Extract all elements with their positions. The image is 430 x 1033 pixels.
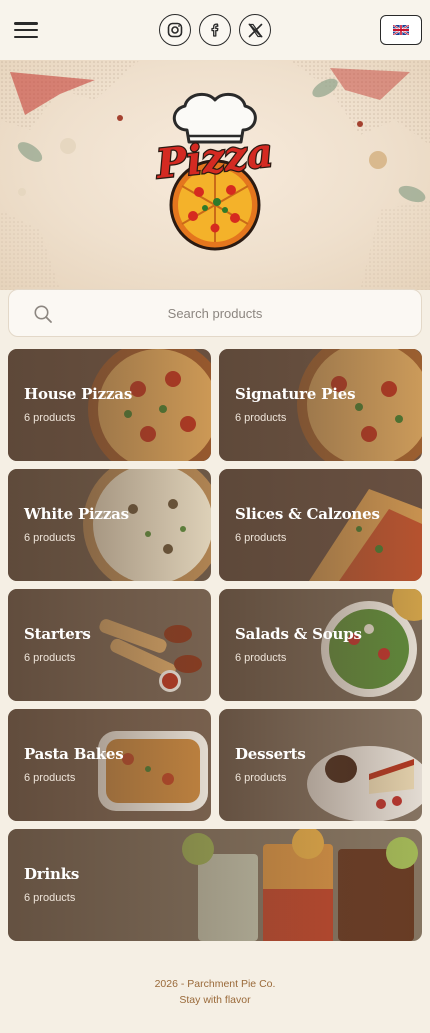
category-count: 6 products	[235, 532, 287, 544]
footer-copyright: 2026 - Parchment Pie Co.	[154, 978, 276, 990]
category-title: Pasta Bakes	[24, 745, 124, 763]
category-title: Desserts	[235, 745, 306, 763]
search-bar[interactable]	[8, 289, 422, 337]
uk-flag-icon	[393, 25, 409, 35]
category-title: Starters	[24, 625, 91, 643]
language-selector[interactable]	[380, 15, 422, 45]
search-input[interactable]	[9, 290, 421, 336]
category-title: Drinks	[24, 865, 80, 883]
category-count: 6 products	[235, 412, 287, 424]
hero-banner: Pizza	[0, 60, 430, 290]
category-card-drinks[interactable]: Drinks 6 products	[8, 829, 422, 941]
category-title: Slices & Calzones	[235, 505, 380, 523]
category-count: 6 products	[24, 532, 76, 544]
x-icon[interactable]	[239, 14, 271, 46]
category-card-house-pizzas[interactable]: House Pizzas 6 products	[8, 349, 211, 461]
search-icon	[34, 305, 52, 323]
category-count: 6 products	[24, 892, 76, 904]
category-card-pasta-bakes[interactable]: Pasta Bakes 6 products	[8, 709, 211, 821]
category-card-white-pizzas[interactable]: White Pizzas 6 products	[8, 469, 211, 581]
category-card-salads-soups[interactable]: Salads & Soups 6 products	[219, 589, 422, 701]
category-title: Salads & Soups	[235, 625, 362, 643]
hamburger-menu-icon[interactable]	[14, 20, 38, 40]
pizza-logo: Pizza	[152, 92, 276, 251]
category-count: 6 products	[24, 412, 76, 424]
top-bar	[0, 0, 430, 60]
facebook-icon[interactable]	[199, 14, 231, 46]
category-count: 6 products	[24, 652, 76, 664]
footer-tagline: Stay with flavor	[179, 994, 251, 1006]
category-card-slices-calzones[interactable]: Slices & Calzones 6 products	[219, 469, 422, 581]
social-links	[159, 14, 271, 46]
footer: 2026 - Parchment Pie Co. Stay with flavo…	[0, 976, 430, 1008]
category-title: Signature Pies	[235, 385, 356, 403]
category-count: 6 products	[24, 772, 76, 784]
category-card-signature-pies[interactable]: Signature Pies 6 products	[219, 349, 422, 461]
category-title: House Pizzas	[24, 385, 133, 403]
category-title: White Pizzas	[24, 505, 129, 523]
category-count: 6 products	[235, 772, 287, 784]
logo-wordmark: Pizza	[153, 129, 275, 188]
category-card-desserts[interactable]: Desserts 6 products	[219, 709, 422, 821]
category-count: 6 products	[235, 652, 287, 664]
category-card-starters[interactable]: Starters 6 products	[8, 589, 211, 701]
instagram-icon[interactable]	[159, 14, 191, 46]
